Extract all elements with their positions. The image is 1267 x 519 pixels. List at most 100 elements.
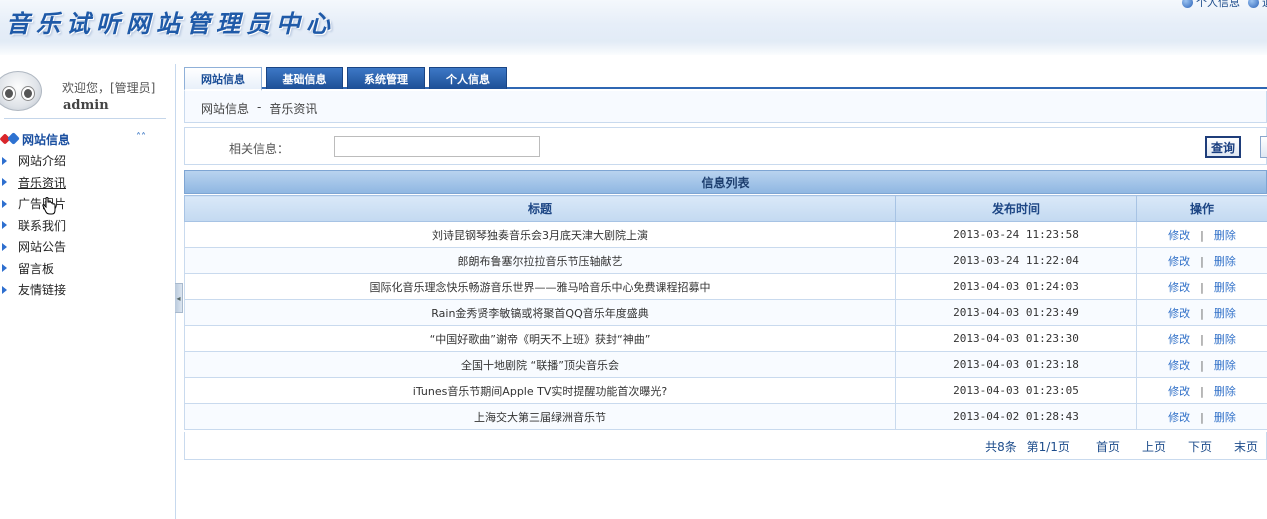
edit-link[interactable]: 修改: [1168, 281, 1190, 294]
action-separator: |: [1200, 228, 1204, 242]
sidebar-item-notice[interactable]: 网站公告: [0, 236, 160, 258]
sidebar-item-site-intro[interactable]: 网站介绍: [0, 150, 160, 172]
delete-link[interactable]: 删除: [1214, 229, 1236, 242]
top-link-logout[interactable]: 退: [1248, 0, 1267, 10]
column-header-time: 发布时间: [895, 195, 1137, 222]
pagination: 共8条 第1/1页 首页 上页 下页 末页: [184, 432, 1267, 460]
sidebar-item-contact[interactable]: 联系我们: [0, 215, 160, 237]
sidebar-item-label: 音乐资讯: [18, 175, 67, 190]
user-box: 欢迎您，[管理员] admin: [0, 64, 166, 119]
top-link-profile[interactable]: 个人信息: [1182, 0, 1240, 10]
tab-bar: 网站信息 基础信息 系统管理 个人信息: [184, 67, 1267, 91]
row-time: 2013-04-03 01:24:03: [895, 273, 1137, 300]
search-input[interactable]: [334, 136, 540, 157]
sidebar-item-ad-images[interactable]: 广告图片: [0, 193, 160, 215]
pager-next-link[interactable]: 下页: [1188, 438, 1212, 455]
table-row: “中国好歌曲”谢帝《明天不上班》获封“神曲” 2013-04-03 01:23:3…: [184, 325, 1267, 352]
column-header-title: 标题: [184, 195, 896, 222]
edit-link[interactable]: 修改: [1168, 333, 1190, 346]
page-header: 音乐试听网站管理员中心 个人信息 退: [0, 0, 1267, 55]
edit-link[interactable]: 修改: [1168, 385, 1190, 398]
tab-basic-info[interactable]: 基础信息: [266, 67, 343, 89]
search-bar: 相关信息： 查询 添: [184, 127, 1267, 165]
delete-link[interactable]: 删除: [1214, 307, 1236, 320]
table-row: 上海交大第三届绿洲音乐节 2013-04-02 01:28:43 修改 | 删除: [184, 403, 1267, 430]
sidebar-toggle-handle[interactable]: ◂: [175, 283, 183, 313]
tab-site-info[interactable]: 网站信息: [184, 67, 262, 91]
sidebar-menu: 网站介绍 音乐资讯 广告图片 联系我们 网站公告 留言板 友情链接: [0, 150, 160, 301]
pager-count: 共8条: [985, 440, 1017, 454]
row-title: 全国十地剧院 “联播”顶尖音乐会: [184, 351, 896, 378]
pager-first-link[interactable]: 首页: [1096, 438, 1120, 455]
list-caption: 信息列表: [184, 170, 1267, 194]
table-header-row: 标题 发布时间 操作: [184, 195, 1267, 222]
arrow-right-icon: [2, 285, 7, 294]
divider: [4, 118, 166, 119]
edit-link[interactable]: 修改: [1168, 255, 1190, 268]
sidebar-item-label: 网站公告: [18, 240, 67, 255]
delete-link[interactable]: 删除: [1214, 255, 1236, 268]
pager-page: 第1/1页: [1026, 440, 1070, 454]
action-separator: |: [1200, 410, 1204, 424]
arrow-right-icon: [2, 242, 7, 251]
collapse-icon[interactable]: ˄˄: [136, 132, 146, 143]
table-row: Rain金秀贤李敏镐或将聚首QQ音乐年度盛典 2013-04-03 01:23:4…: [184, 299, 1267, 326]
breadcrumb-separator: -: [257, 100, 262, 114]
delete-link[interactable]: 删除: [1214, 385, 1236, 398]
sidebar-item-links[interactable]: 友情链接: [0, 279, 160, 301]
tab-personal-info[interactable]: 个人信息: [429, 67, 507, 89]
breadcrumb-bar: 网站信息 - 音乐资讯: [184, 91, 1267, 123]
sidebar-item-label: 留言板: [18, 261, 55, 276]
row-time: 2013-04-03 01:23:18: [895, 351, 1137, 378]
username: admin: [63, 98, 109, 113]
breadcrumb: 网站信息 - 音乐资讯: [201, 100, 317, 117]
action-separator: |: [1200, 358, 1204, 372]
delete-link[interactable]: 删除: [1214, 333, 1236, 346]
sidebar-item-guestbook[interactable]: 留言板: [0, 258, 160, 280]
breadcrumb-current: 音乐资讯: [269, 102, 318, 116]
sidebar-section-title: 网站信息: [22, 132, 71, 147]
edit-link[interactable]: 修改: [1168, 359, 1190, 372]
hand-cursor-icon: [42, 197, 56, 215]
row-time: 2013-04-03 01:23:30: [895, 325, 1137, 352]
breadcrumb-root: 网站信息: [201, 102, 250, 116]
delete-link[interactable]: 删除: [1214, 359, 1236, 372]
sidebar-section-header[interactable]: 网站信息 ˄˄: [0, 130, 150, 148]
row-actions: 修改 | 删除: [1136, 403, 1267, 430]
sidebar-item-label: 友情链接: [18, 283, 67, 298]
table-row: 国际化音乐理念快乐畅游音乐世界——雅马哈音乐中心免费课程招募中 2013-04-0…: [184, 273, 1267, 300]
sidebar-item-label: 网站介绍: [18, 154, 67, 169]
arrow-right-icon: [2, 221, 7, 230]
action-separator: |: [1200, 254, 1204, 268]
row-actions: 修改 | 删除: [1136, 247, 1267, 274]
row-title: 郎朗布鲁塞尔拉拉音乐节压轴献艺: [184, 247, 896, 274]
row-actions: 修改 | 删除: [1136, 299, 1267, 326]
row-actions: 修改 | 删除: [1136, 273, 1267, 300]
delete-link[interactable]: 删除: [1214, 281, 1236, 294]
sidebar-item-music-news[interactable]: 音乐资讯: [0, 172, 160, 194]
add-button[interactable]: 添: [1260, 136, 1267, 158]
pager-prev-link[interactable]: 上页: [1142, 438, 1166, 455]
edit-link[interactable]: 修改: [1168, 307, 1190, 320]
action-separator: |: [1200, 306, 1204, 320]
query-button[interactable]: 查询: [1205, 136, 1241, 158]
user-icon: [1182, 0, 1193, 8]
pager-last-link[interactable]: 末页: [1234, 438, 1258, 455]
row-actions: 修改 | 删除: [1136, 377, 1267, 404]
tab-system-admin[interactable]: 系统管理: [347, 67, 425, 89]
row-time: 2013-04-02 01:28:43: [895, 403, 1137, 430]
edit-link[interactable]: 修改: [1168, 229, 1190, 242]
row-time: 2013-03-24 11:23:58: [895, 221, 1137, 248]
row-time: 2013-03-24 11:22:04: [895, 247, 1137, 274]
edit-link[interactable]: 修改: [1168, 411, 1190, 424]
row-time: 2013-04-03 01:23:49: [895, 299, 1137, 326]
delete-link[interactable]: 删除: [1214, 411, 1236, 424]
row-actions: 修改 | 删除: [1136, 351, 1267, 378]
action-separator: |: [1200, 280, 1204, 294]
info-table: 标题 发布时间 操作 刘诗昆钢琴独奏音乐会3月底天津大剧院上演 2013-03-2…: [184, 195, 1267, 430]
top-links: 个人信息 退: [1182, 0, 1267, 10]
row-actions: 修改 | 删除: [1136, 325, 1267, 352]
table-row: 郎朗布鲁塞尔拉拉音乐节压轴献艺 2013-03-24 11:22:04 修改 | 删除: [184, 247, 1267, 274]
left-panel: 欢迎您，[管理员] admin 网站信息 ˄˄ 网站介绍 音乐资讯 广告图片 联…: [0, 64, 175, 519]
avatar: [0, 71, 42, 111]
